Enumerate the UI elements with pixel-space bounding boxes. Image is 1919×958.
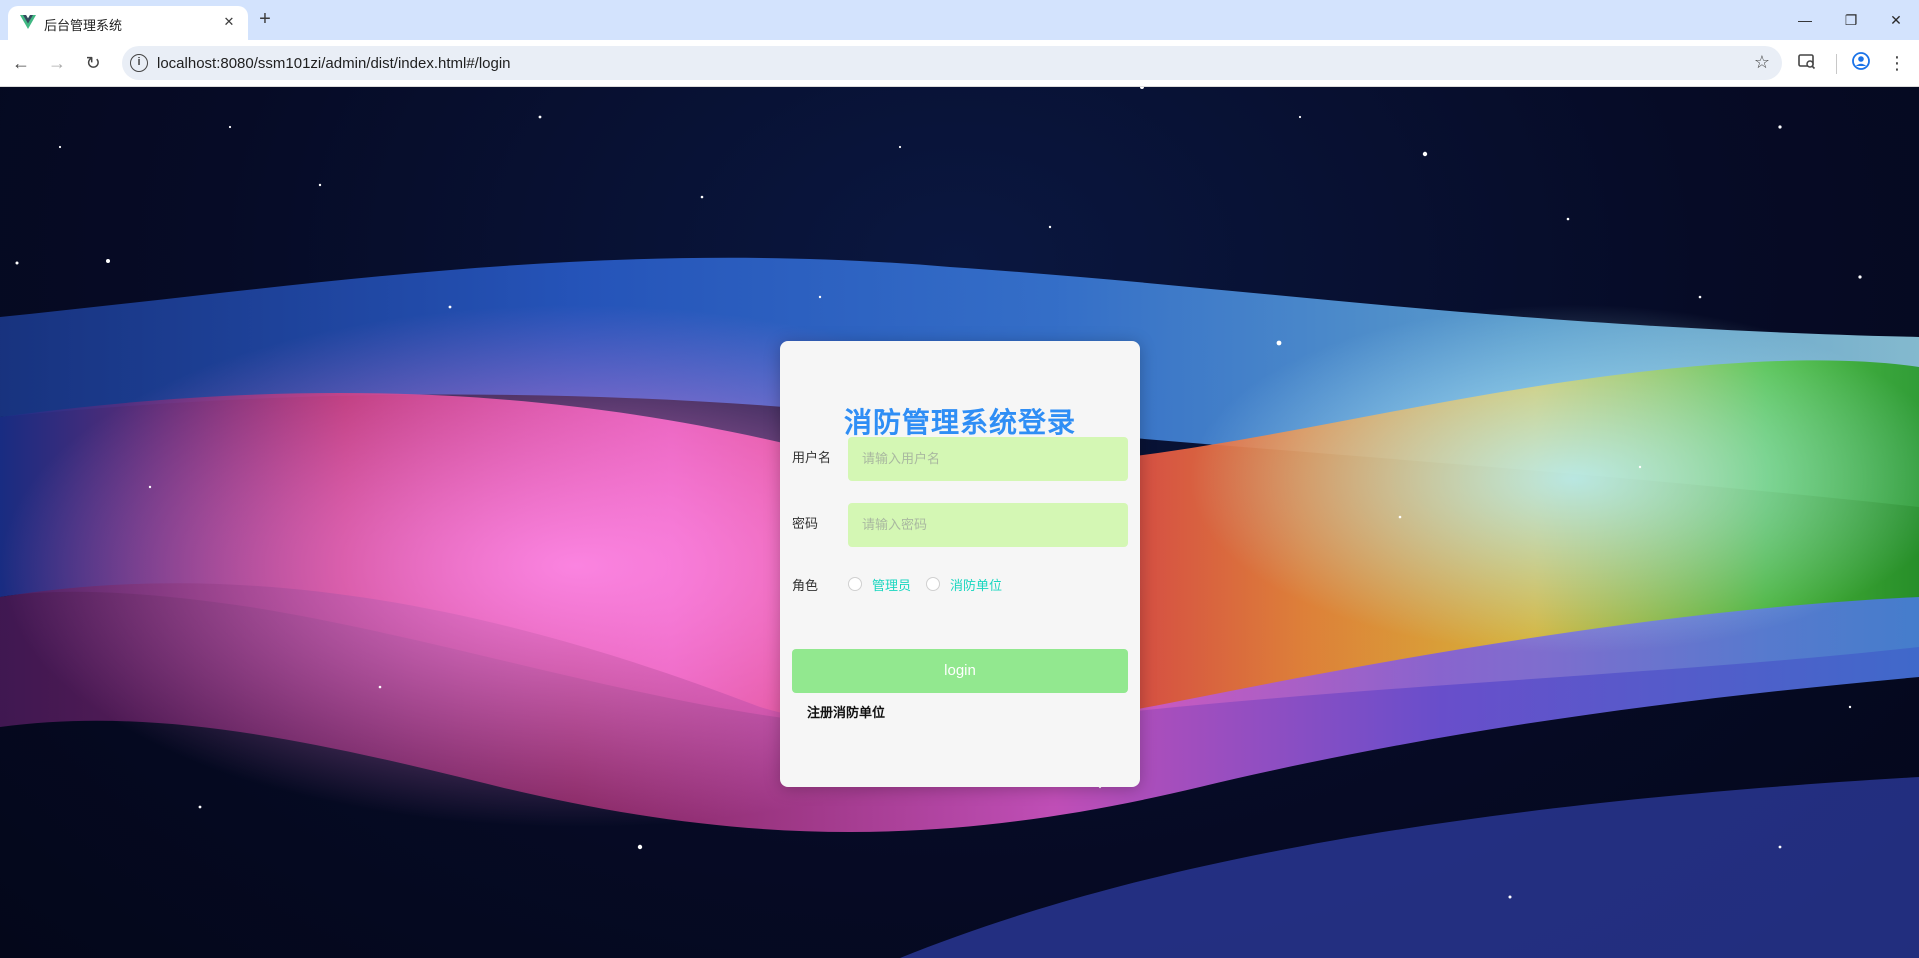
minimize-icon[interactable]: — [1790,8,1820,32]
login-title: 消防管理系统登录 [843,406,1076,439]
restore-icon[interactable]: ❐ [1836,8,1866,32]
address-bar[interactable]: i localhost:8080/ssm101zi/admin/dist/ind… [122,46,1782,80]
profile-glyph [1852,52,1870,70]
bookmark-star-icon[interactable]: ☆ [1754,52,1770,73]
tab-title: 后台管理系统 [44,19,123,34]
vue-logo-icon [20,15,36,29]
back-arrow-icon[interactable]: ← [9,51,33,75]
reload-icon[interactable]: ↻ [81,51,105,75]
tab-search-icon[interactable] [1795,51,1819,75]
new-tab-button[interactable]: + [254,9,276,31]
browser-toolbar: ← → ↻ i localhost:8080/ssm101zi/admin/di… [0,40,1919,87]
tab-close-icon[interactable]: ✕ [220,13,238,31]
browser-tab-bar: 后台管理系统 ✕ + — ❐ ✕ [0,0,1919,40]
role-option-admin[interactable]: 管理员 [872,575,911,594]
username-label: 用户名 [792,451,832,466]
register-link[interactable]: 注册消防单位 [807,702,885,721]
forward-arrow-icon[interactable]: → [45,51,69,75]
login-page: 消防管理系统登录 用户名 密码 角色 管理员 消防单位 login 注册消防单位 [0,87,1919,958]
login-button[interactable]: login [792,649,1128,693]
site-info-icon[interactable]: i [130,54,148,72]
role-radio-unit[interactable] [926,577,940,591]
toolbar-divider [1836,54,1837,74]
more-menu-icon[interactable]: ⋮ [1885,51,1909,75]
role-option-unit[interactable]: 消防单位 [950,575,1002,594]
role-radio-admin[interactable] [848,577,862,591]
login-card: 消防管理系统登录 用户名 密码 角色 管理员 消防单位 login 注册消防单位 [780,341,1140,787]
password-input[interactable] [848,503,1128,547]
browser-tab[interactable]: 后台管理系统 ✕ [8,6,248,40]
url-text[interactable]: localhost:8080/ssm101zi/admin/dist/index… [157,55,511,72]
username-input[interactable] [848,437,1128,481]
profile-icon[interactable] [1849,51,1873,75]
window-close-icon[interactable]: ✕ [1881,8,1911,32]
password-label: 密码 [792,517,819,532]
tab-search-glyph [1798,54,1816,70]
role-label: 角色 [792,579,819,594]
